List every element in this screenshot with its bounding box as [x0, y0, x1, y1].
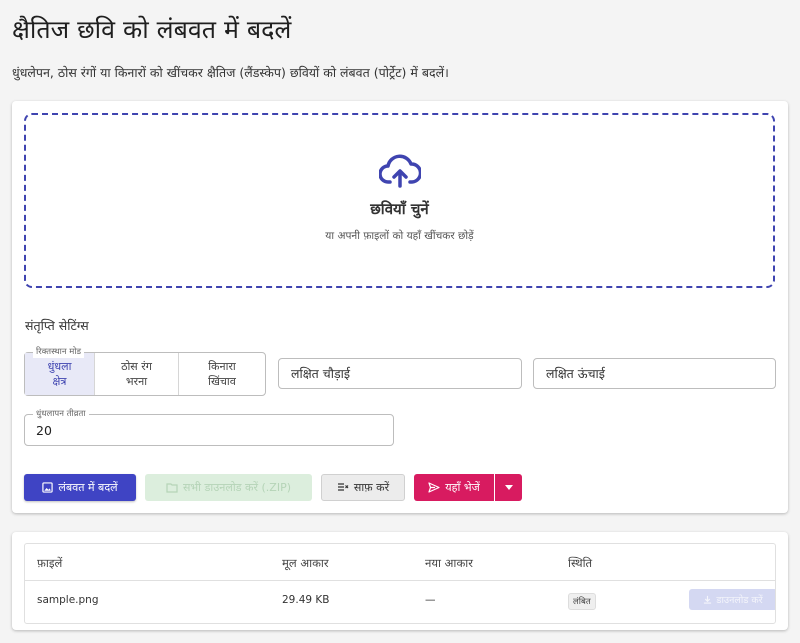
column-header-status: स्थिति — [568, 556, 593, 570]
blur-intensity-legend: धुंधलापन तीव्रता — [33, 408, 89, 420]
fill-mode-legend: रिक्तस्थान मोड — [33, 346, 85, 358]
blur-intensity-input[interactable]: धुंधलापन तीव्रता 20 — [24, 408, 394, 446]
image-icon — [42, 482, 54, 493]
column-header-new-size: नया आकार — [425, 556, 473, 570]
mode-edge-stretch-button[interactable]: किनारा खिंचाव — [179, 353, 265, 395]
chevron-down-icon — [504, 485, 513, 490]
column-header-files: फ़ाइलें — [37, 556, 63, 570]
download-all-zip-button[interactable]: सभी डाउनलोड करें (.ZIP) — [145, 474, 312, 501]
status-badge: लंबित — [568, 593, 596, 610]
convert-button-label: लंबवत में बदलें — [58, 481, 118, 494]
blur-intensity-value: 20 — [36, 423, 52, 438]
fill-mode-toggle-group: रिक्तस्थान मोड धुंधला क्षेत्र ठोस रंग भर… — [24, 346, 266, 396]
settings-heading: संतृप्ति सेटिंग्स — [25, 318, 89, 333]
file-original-size: 29.49 KB — [282, 594, 330, 606]
download-all-label: सभी डाउनलोड करें (.ZIP) — [182, 481, 291, 494]
column-header-original-size: मूल आकार — [282, 556, 329, 570]
files-table-header: फ़ाइलें मूल आकार नया आकार स्थिति — [25, 544, 775, 581]
files-table: फ़ाइलें मूल आकार नया आकार स्थिति sample.… — [24, 543, 776, 624]
file-name: sample.png — [37, 594, 99, 606]
clear-all-icon — [337, 483, 349, 491]
folder-zip-icon — [166, 483, 178, 493]
dropzone-title: छवियाँ चुनें — [370, 200, 429, 218]
convert-button[interactable]: लंबवत में बदलें — [24, 474, 136, 501]
file-new-size: — — [425, 594, 436, 606]
mode-blur-area-button[interactable]: धुंधला क्षेत्र — [25, 353, 95, 395]
send-button-label: यहाँ भेजें — [445, 481, 480, 494]
table-row: sample.png 29.49 KB — लंबित डाउनलोड करें — [25, 581, 775, 618]
mode-solid-color-button[interactable]: ठोस रंग भरना — [95, 353, 179, 395]
files-card: फ़ाइलें मूल आकार नया आकार स्थिति sample.… — [12, 532, 788, 630]
send-icon — [428, 482, 440, 493]
page-title: क्षैतिज छवि को लंबवत में बदलें — [12, 15, 292, 44]
send-button[interactable]: यहाँ भेजें — [414, 474, 494, 501]
dropzone-subtitle: या अपनी फ़ाइलों को यहाँ खींचकर छोड़ें — [325, 230, 474, 242]
clear-button[interactable]: साफ़ करें — [321, 474, 405, 501]
target-height-input[interactable]: लक्षित ऊंचाई — [533, 358, 776, 389]
cloud-upload-icon — [378, 154, 421, 188]
file-download-label: डाउनलोड करें — [716, 595, 763, 606]
file-download-button[interactable]: डाउनलोड करें — [689, 589, 775, 610]
converter-card: छवियाँ चुनें या अपनी फ़ाइलों को यहाँ खीं… — [12, 101, 788, 513]
send-dropdown-button[interactable] — [495, 474, 522, 501]
download-icon — [704, 595, 712, 604]
clear-button-label: साफ़ करें — [353, 481, 390, 494]
page-description: धुंधलेपन, ठोस रंगों या किनारों को खींचकर… — [12, 65, 449, 80]
target-width-input[interactable]: लक्षित चौड़ाई — [278, 358, 522, 389]
image-dropzone[interactable]: छवियाँ चुनें या अपनी फ़ाइलों को यहाँ खीं… — [24, 113, 775, 288]
